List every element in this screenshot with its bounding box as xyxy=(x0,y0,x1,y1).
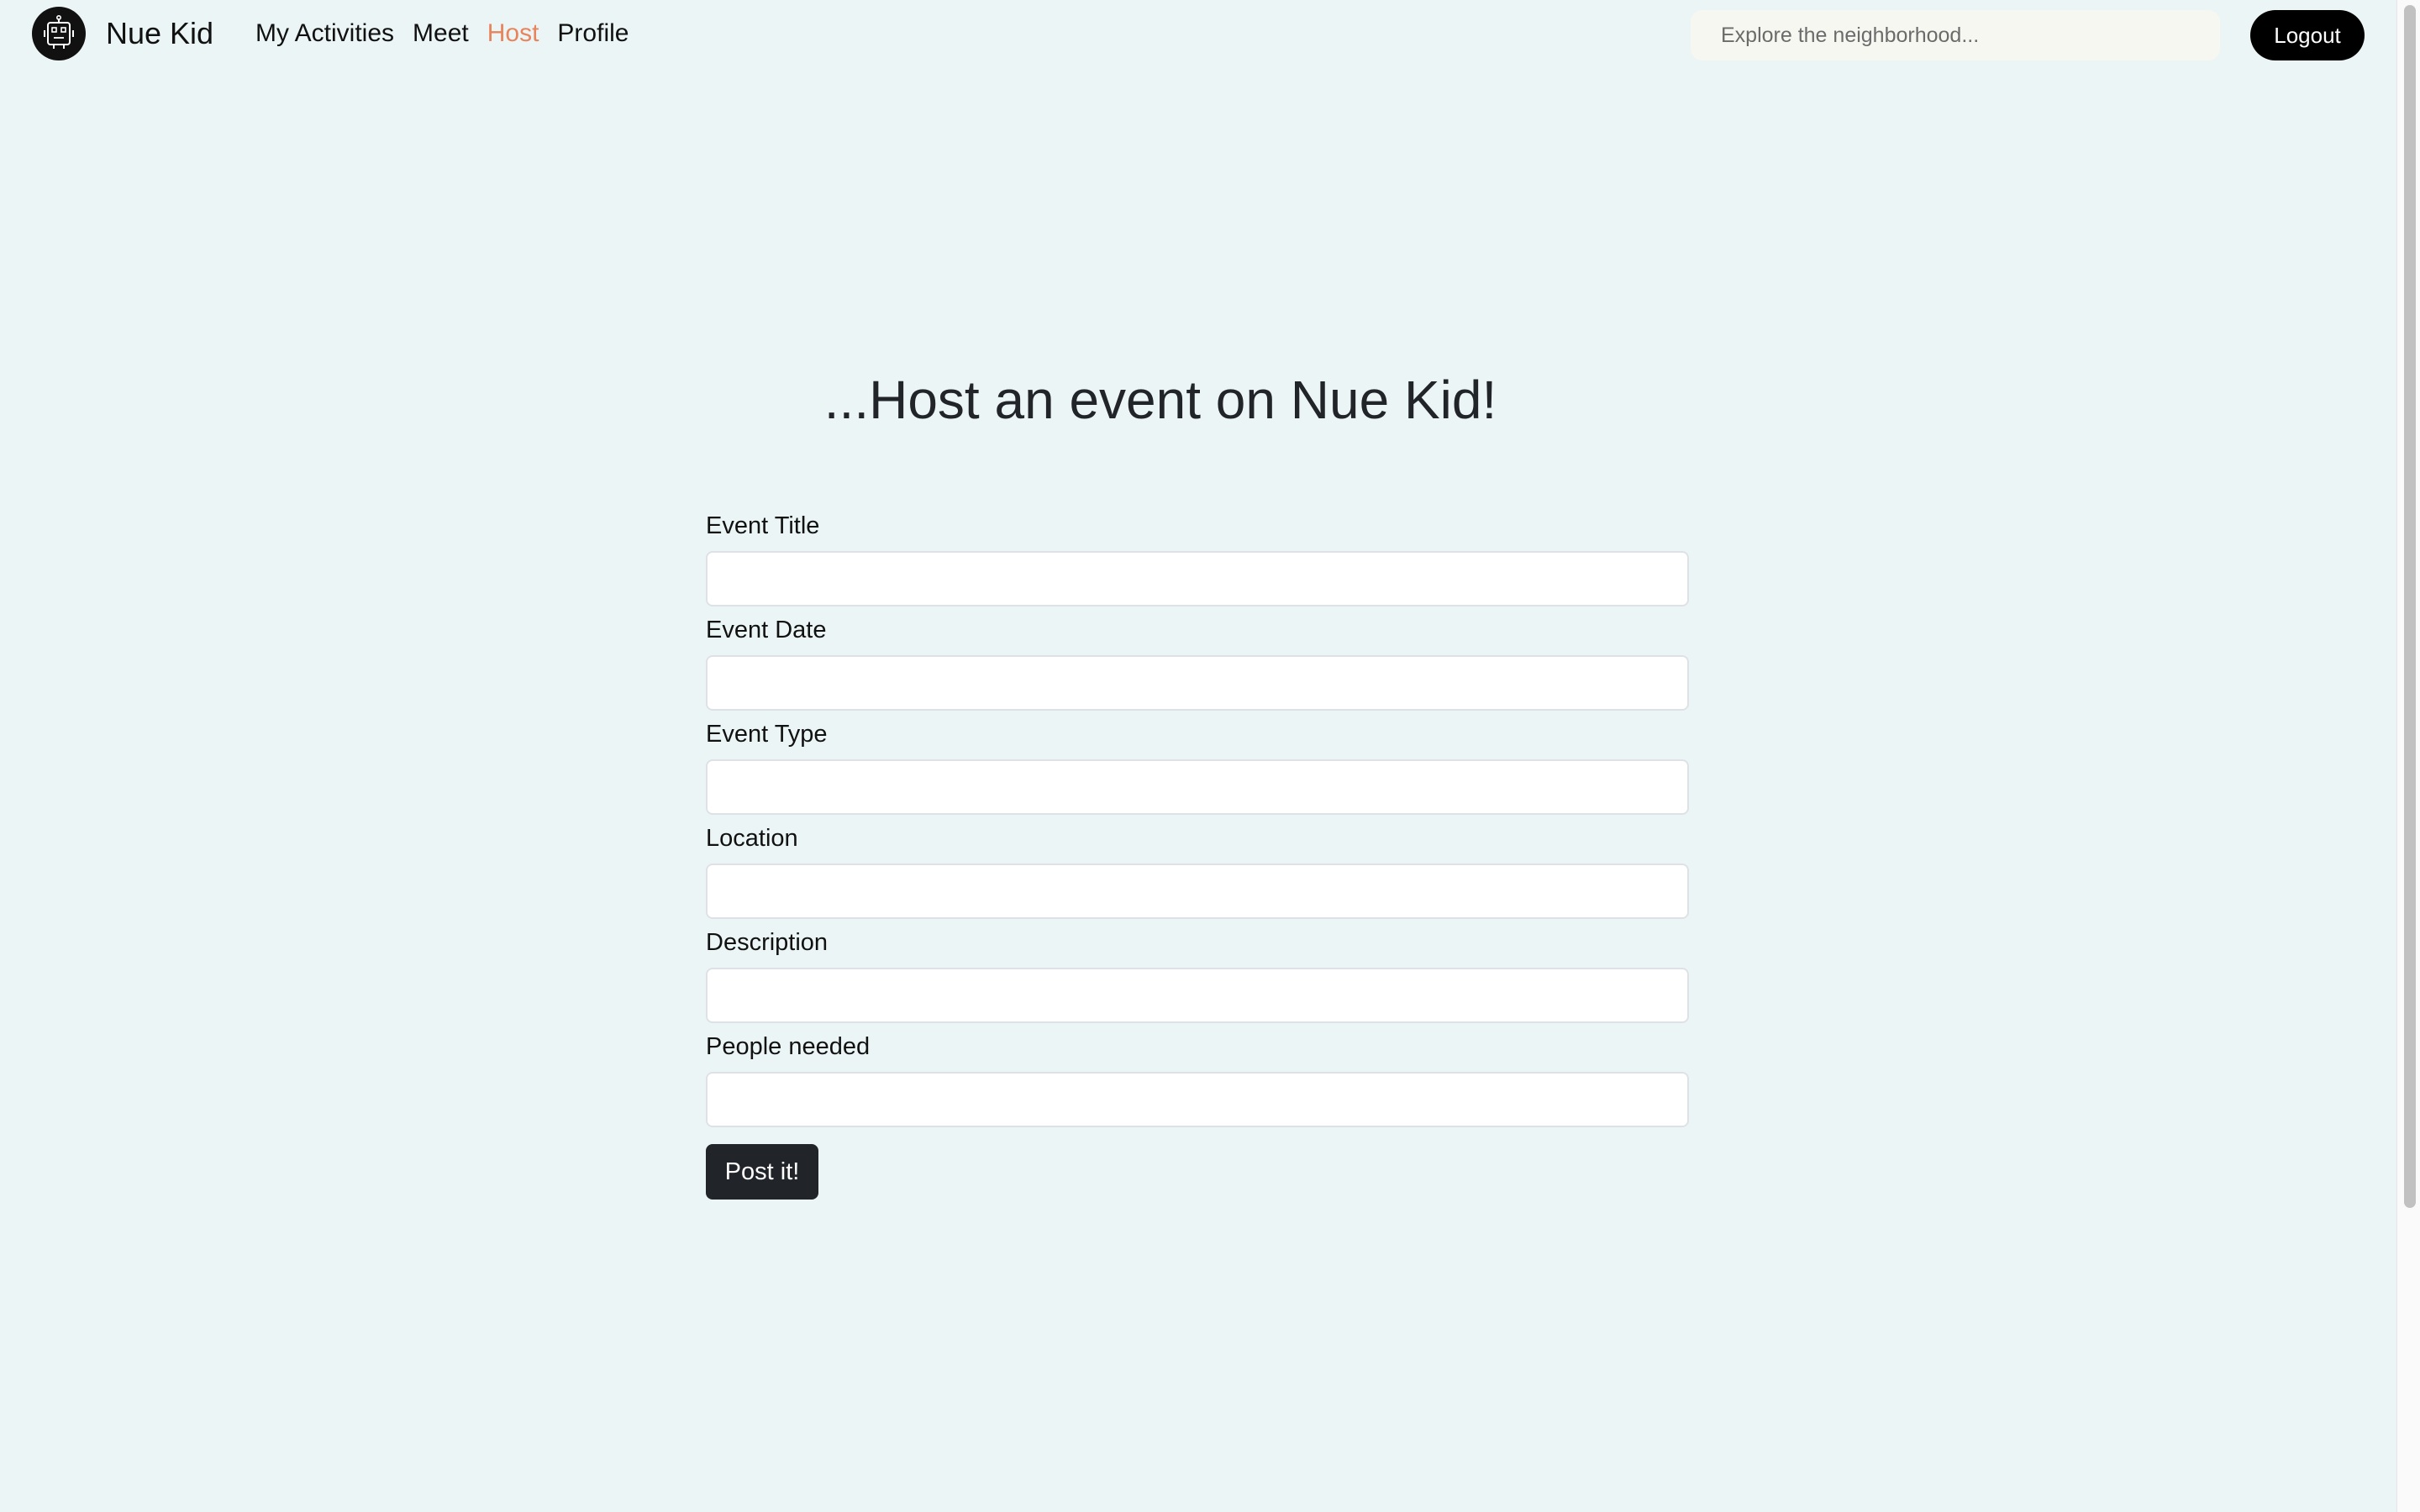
nav-item-profile[interactable]: Profile xyxy=(557,17,629,50)
event-type-field: Event Type xyxy=(706,716,1689,815)
page: Nue Kid My Activities Meet Host Profile … xyxy=(0,0,2420,1512)
location-field: Location xyxy=(706,820,1689,919)
description-input[interactable] xyxy=(706,968,1689,1023)
nav-item-host[interactable]: Host xyxy=(487,17,539,50)
host-event-form: Event Title Event Date Event Type Locati… xyxy=(706,507,1689,1200)
location-input[interactable] xyxy=(706,864,1689,919)
brand-name[interactable]: Nue Kid xyxy=(106,15,213,52)
nav-item-my-activities[interactable]: My Activities xyxy=(255,17,394,50)
event-type-label: Event Type xyxy=(706,721,828,748)
event-title-label: Event Title xyxy=(706,512,820,539)
people-needed-field: People needed xyxy=(706,1028,1689,1127)
post-it-button[interactable]: Post it! xyxy=(706,1144,818,1200)
event-date-field: Event Date xyxy=(706,612,1689,711)
event-title-input[interactable] xyxy=(706,551,1689,606)
nav-links: My Activities Meet Host Profile xyxy=(255,17,629,50)
people-needed-input[interactable] xyxy=(706,1072,1689,1127)
event-date-label: Event Date xyxy=(706,617,827,643)
event-type-input[interactable] xyxy=(706,759,1689,815)
page-title: ...Host an event on Nue Kid! xyxy=(823,370,1497,430)
search-input[interactable] xyxy=(1691,10,2220,60)
scrollbar-thumb[interactable] xyxy=(2404,5,2416,1208)
navbar: Nue Kid My Activities Meet Host Profile … xyxy=(0,0,2396,71)
location-label: Location xyxy=(706,825,798,852)
description-field: Description xyxy=(706,924,1689,1023)
scrollbar[interactable] xyxy=(2396,0,2420,1512)
description-label: Description xyxy=(706,929,829,956)
nav-item-meet[interactable]: Meet xyxy=(413,17,469,50)
logout-button[interactable]: Logout xyxy=(2250,10,2365,60)
robot-icon-svg xyxy=(44,14,74,49)
people-needed-label: People needed xyxy=(706,1033,871,1060)
event-title-field: Event Title xyxy=(706,507,1689,606)
robot-icon[interactable] xyxy=(32,7,86,60)
event-date-input[interactable] xyxy=(706,655,1689,711)
